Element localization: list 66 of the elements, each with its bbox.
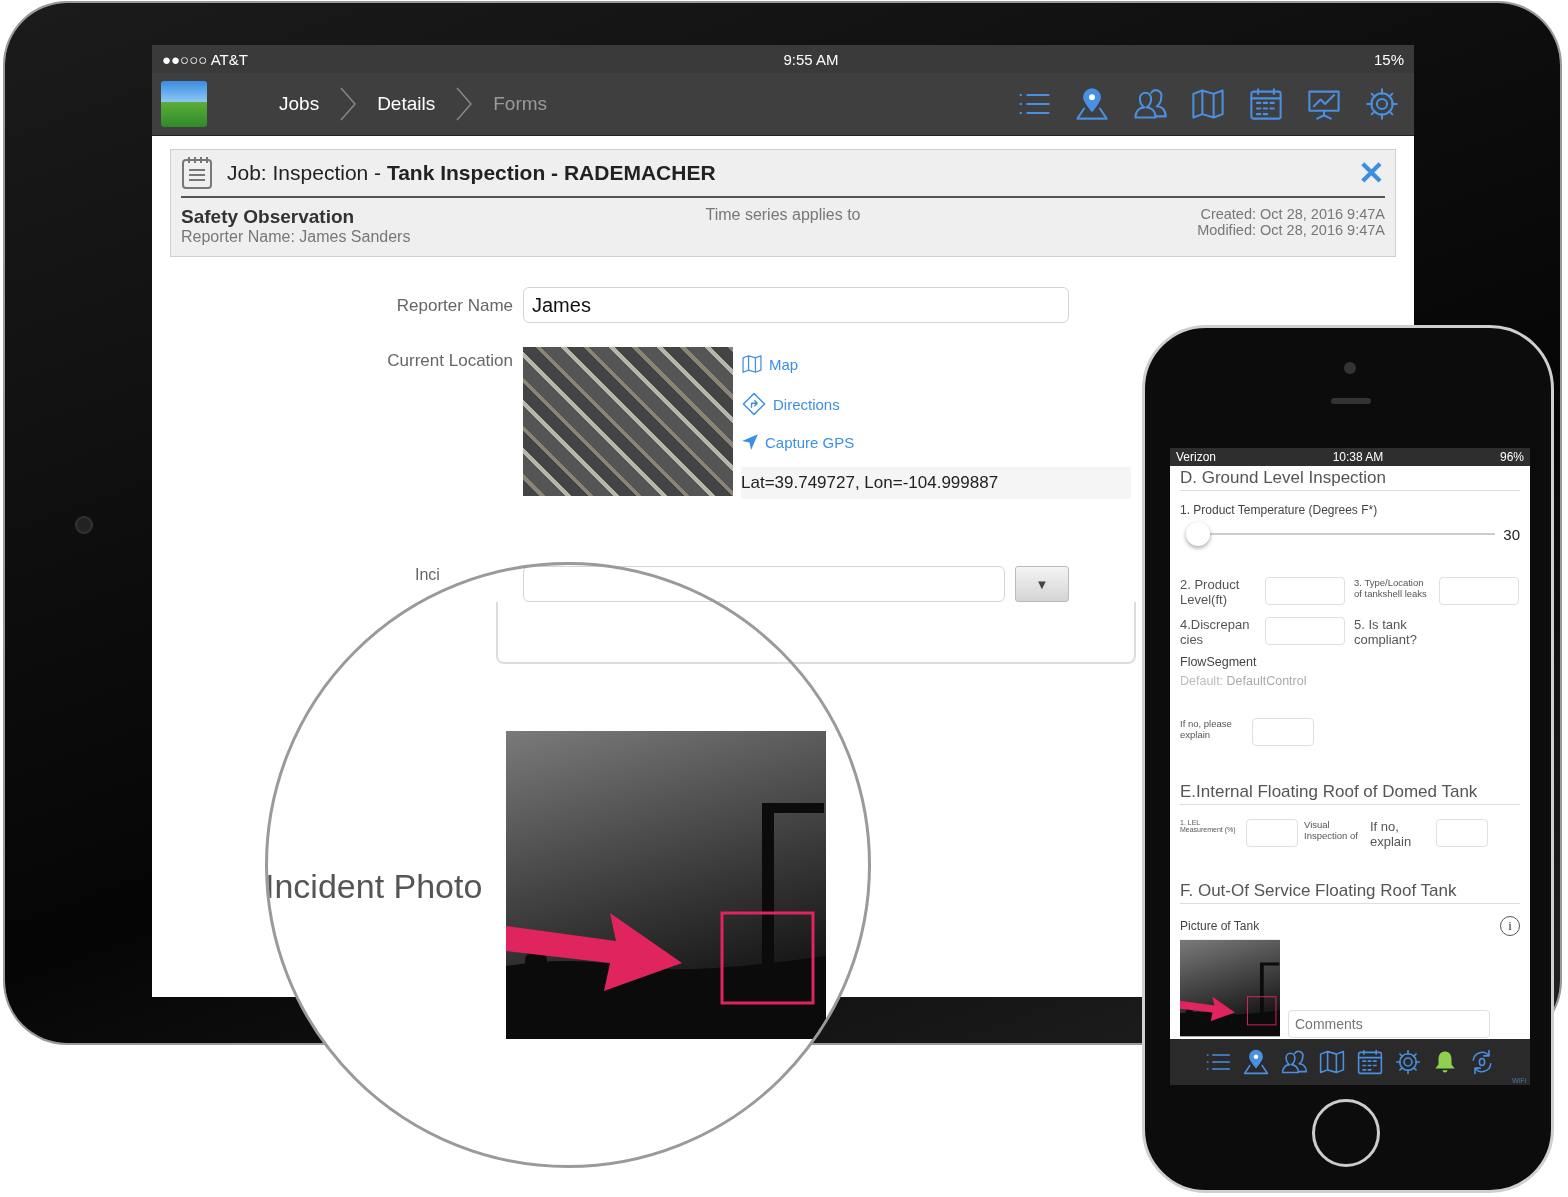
battery-text: 96% xyxy=(1499,450,1524,464)
modified-date: Modified: Oct 28, 2016 9:47A xyxy=(1196,222,1385,238)
dropdown-field[interactable] xyxy=(523,566,1005,602)
coordinates-text: Lat=39.749727, Lon=-104.999887 xyxy=(741,467,1131,499)
default-prefix: Default: xyxy=(1180,674,1224,688)
slider-thumb[interactable] xyxy=(1185,522,1210,546)
field-label: Inci xyxy=(414,566,440,584)
field-label: Picture of Tank xyxy=(1180,919,1260,933)
magnified-label: Incident Photo xyxy=(268,867,483,906)
carrier-text: ●●○○○ AT&T xyxy=(162,50,248,68)
location-arrow-icon[interactable] xyxy=(741,433,759,451)
map-icon[interactable] xyxy=(1318,1048,1346,1076)
field-label: 5. Is tank compliant? xyxy=(1354,617,1418,647)
field-label: 3. Type/Location of tankshell leaks xyxy=(1354,577,1428,599)
input-field[interactable] xyxy=(1436,819,1488,847)
dropdown-button[interactable]: ▼ xyxy=(1015,566,1069,602)
chevron-icon xyxy=(339,86,358,122)
app-logo-icon[interactable] xyxy=(161,81,207,127)
time-series-note: Time series applies to xyxy=(705,206,861,223)
field-label: If no, please explain xyxy=(1180,718,1233,740)
field-label: If no, explain xyxy=(1370,819,1413,849)
flow-segment-label: FlowSegment xyxy=(1180,655,1258,669)
slider-label: 1. Product Temperature (Degrees F*) xyxy=(1180,503,1379,517)
form-name: Safety Observation xyxy=(181,206,356,228)
map-icon[interactable] xyxy=(741,353,763,375)
map-pin-icon[interactable] xyxy=(1242,1048,1270,1076)
settings-icon[interactable] xyxy=(1394,1048,1422,1076)
people-icon[interactable] xyxy=(1132,86,1168,122)
people-icon[interactable] xyxy=(1280,1048,1308,1076)
home-button[interactable] xyxy=(1312,1099,1380,1167)
clipboard-icon xyxy=(181,156,213,190)
battery-text: 15% xyxy=(1373,50,1404,68)
field-label: Reporter Name xyxy=(395,295,513,317)
directions-icon[interactable] xyxy=(741,391,767,417)
input-field[interactable] xyxy=(1265,617,1345,645)
calendar-icon[interactable] xyxy=(1248,86,1284,122)
field-label: Visual Inspection of xyxy=(1304,819,1359,841)
carrier-text: Verizon xyxy=(1176,450,1217,464)
speaker-slot xyxy=(1331,398,1371,404)
section-title: E.Internal Floating Roof of Domed Tank xyxy=(1180,780,1520,805)
section-title: D. Ground Level Inspection xyxy=(1180,466,1520,491)
input-field[interactable] xyxy=(1246,819,1298,847)
reporter-name-field[interactable]: James xyxy=(523,287,1069,323)
section-title: F. Out-Of Service Floating Roof Tank xyxy=(1180,879,1520,904)
comments-field[interactable]: Comments xyxy=(1288,1010,1490,1038)
created-date: Created: Oct 28, 2016 9:47A xyxy=(1199,206,1385,222)
camera-dot xyxy=(1344,362,1356,374)
input-field[interactable] xyxy=(1439,577,1519,605)
camera-dot xyxy=(75,516,93,534)
clock-text: 9:55 AM xyxy=(783,50,839,68)
clock-text: 10:38 AM xyxy=(1332,450,1384,464)
default-value: DefaultControl xyxy=(1226,674,1307,688)
field-label: 4.Discrepancies xyxy=(1180,617,1251,647)
input-field[interactable] xyxy=(1265,577,1345,605)
map-pin-icon[interactable] xyxy=(1074,86,1110,122)
field-label: 2. Product Level(ft) xyxy=(1180,577,1241,607)
calendar-icon[interactable] xyxy=(1356,1048,1384,1076)
reporter-text: Reporter Name: James Sanders xyxy=(181,228,412,246)
job-title: Job: Inspection - Tank Inspection - RADEMACHER xyxy=(227,161,716,185)
slider-value: 30 xyxy=(1503,525,1520,543)
field-label: Current Location xyxy=(386,350,513,372)
chevron-icon xyxy=(455,86,474,122)
breadcrumb-tab[interactable]: Details xyxy=(377,93,436,115)
input-field[interactable] xyxy=(1252,718,1314,746)
breadcrumb-tab[interactable]: Jobs xyxy=(279,93,320,115)
settings-icon[interactable] xyxy=(1364,86,1400,122)
